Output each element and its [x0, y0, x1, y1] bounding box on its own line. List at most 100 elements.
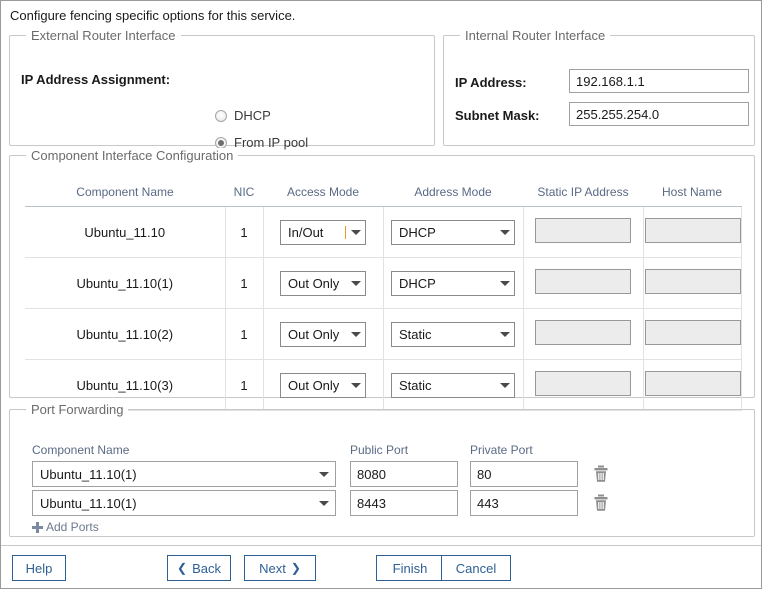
pf-public-port-input[interactable]: [350, 490, 458, 516]
cell-nic: 1: [225, 257, 264, 309]
cell-component-name: Ubuntu_11.10(2): [25, 308, 226, 360]
ip-address-label: IP Address:: [455, 75, 527, 90]
access-mode-value: In/Out: [288, 225, 347, 240]
external-router-legend: External Router Interface: [26, 28, 181, 43]
chevron-down-icon[interactable]: [496, 331, 514, 337]
cell-static-ip-address: [523, 359, 644, 411]
chevron-down-icon[interactable]: [496, 229, 514, 235]
cell-access-mode: Out Only: [263, 359, 384, 411]
cell-host-name: [643, 359, 742, 411]
ip-address-assignment-label: IP Address Assignment:: [21, 72, 171, 87]
cell-static-ip-address: [523, 308, 644, 360]
access-mode-dropdown[interactable]: In/Out: [280, 219, 366, 245]
cell-component-name: Ubuntu_11.10: [25, 206, 226, 258]
address-mode-value: Static: [399, 326, 432, 342]
address-mode-value: DHCP: [399, 224, 436, 240]
pf-private-port-input[interactable]: [470, 490, 578, 516]
table-row: Ubuntu_11.10(3) 1 Out Only Static: [25, 359, 742, 411]
static-ip-address-input: [535, 218, 631, 243]
dialog-footer: Help ❮ Back Next ❯ Finish Cancel: [1, 545, 761, 588]
cell-address-mode: DHCP: [383, 206, 524, 258]
address-mode-value: Static: [399, 377, 432, 393]
address-mode-dropdown[interactable]: DHCP: [391, 219, 515, 245]
host-name-input: [644, 269, 741, 294]
next-button[interactable]: Next ❯: [244, 555, 316, 581]
cell-address-mode: DHCP: [383, 257, 524, 309]
ip-address-input[interactable]: [569, 69, 749, 93]
chevron-down-icon[interactable]: [313, 471, 335, 477]
page-title: Configure fencing specific options for t…: [10, 8, 296, 23]
radio-dhcp-label: DHCP: [234, 108, 271, 123]
trash-icon[interactable]: [593, 494, 609, 512]
chevron-down-icon[interactable]: [347, 382, 365, 388]
static-ip-address-input: [535, 371, 631, 396]
cell-address-mode: Static: [383, 308, 524, 360]
chevron-right-icon: ❯: [290, 561, 301, 575]
access-mode-dropdown[interactable]: Out Only: [280, 321, 366, 347]
component-interface-table: Component Name NIC Access Mode Address M…: [25, 177, 742, 411]
component-interface-configuration-group: Component Interface Configuration Compon…: [9, 148, 755, 411]
subnet-mask-input[interactable]: [569, 102, 749, 126]
cell-access-mode: Out Only: [263, 308, 384, 360]
cancel-button[interactable]: Cancel: [441, 555, 511, 581]
port-forwarding-legend: Port Forwarding: [26, 402, 129, 417]
chevron-down-icon[interactable]: [313, 500, 335, 506]
address-mode-dropdown[interactable]: Static: [391, 321, 515, 347]
radio-dhcp-icon[interactable]: [215, 109, 227, 122]
pf-component-name-value: Ubuntu_11.10(1): [40, 466, 137, 482]
radio-from-ip-pool-label: From IP pool: [234, 135, 309, 150]
column-header-address-mode: Address Mode: [383, 177, 523, 207]
column-header-component-name: Component Name: [25, 177, 225, 207]
pf-column-header-private-port: Private Port: [470, 443, 533, 457]
pf-component-name-dropdown[interactable]: Ubuntu_11.10(1): [32, 490, 336, 516]
chevron-down-icon[interactable]: [347, 280, 365, 286]
trash-icon[interactable]: [593, 465, 609, 483]
chevron-down-icon[interactable]: [347, 229, 365, 235]
next-button-label: Next: [259, 560, 286, 576]
finish-button[interactable]: Finish: [376, 555, 444, 581]
column-header-access-mode: Access Mode: [263, 177, 383, 207]
cell-component-name: Ubuntu_11.10(1): [25, 257, 226, 309]
access-mode-dropdown[interactable]: Out Only: [280, 270, 366, 296]
host-name-input: [644, 371, 741, 396]
pf-component-name-dropdown[interactable]: Ubuntu_11.10(1): [32, 461, 336, 487]
cell-access-mode: Out Only: [263, 257, 384, 309]
cell-host-name: [643, 308, 742, 360]
address-mode-dropdown[interactable]: DHCP: [391, 270, 515, 296]
cell-static-ip-address: [523, 206, 644, 258]
address-mode-dropdown[interactable]: Static: [391, 372, 515, 398]
pf-public-port-input[interactable]: [350, 461, 458, 487]
external-router-interface-group: External Router Interface IP Address Ass…: [9, 28, 435, 150]
address-mode-value: DHCP: [399, 275, 436, 291]
cell-host-name: [643, 257, 742, 309]
table-header-row: Component Name NIC Access Mode Address M…: [25, 177, 741, 207]
cell-host-name: [643, 206, 742, 258]
help-button[interactable]: Help: [12, 555, 66, 581]
column-header-nic: NIC: [225, 177, 263, 207]
cancel-button-label: Cancel: [455, 560, 497, 576]
help-button-label: Help: [25, 560, 53, 576]
cell-static-ip-address: [523, 257, 644, 309]
plus-icon: [32, 521, 43, 533]
internal-router-legend: Internal Router Interface: [460, 28, 611, 43]
fencing-options-dialog: Configure fencing specific options for t…: [0, 0, 762, 589]
add-ports-button[interactable]: Add Ports: [32, 520, 99, 534]
chevron-down-icon[interactable]: [496, 382, 514, 388]
chevron-down-icon[interactable]: [496, 280, 514, 286]
column-header-host-name: Host Name: [643, 177, 741, 207]
access-mode-dropdown[interactable]: Out Only: [280, 372, 366, 398]
finish-button-label: Finish: [392, 560, 428, 576]
chevron-left-icon: ❮: [177, 561, 188, 575]
pf-column-header-public-port: Public Port: [350, 443, 409, 457]
chevron-down-icon[interactable]: [347, 331, 365, 337]
static-ip-address-input: [535, 269, 631, 294]
pf-private-port-input[interactable]: [470, 461, 578, 487]
radio-from-ip-pool-icon[interactable]: [215, 136, 227, 149]
internal-router-interface-group: Internal Router Interface IP Address: Su…: [443, 28, 755, 146]
access-mode-value: Out Only: [288, 326, 340, 342]
host-name-input: [644, 218, 741, 243]
access-mode-value: Out Only: [288, 275, 340, 291]
back-button[interactable]: ❮ Back: [167, 555, 231, 581]
radio-option-dhcp[interactable]: DHCP: [215, 108, 271, 123]
cell-nic: 1: [225, 308, 264, 360]
